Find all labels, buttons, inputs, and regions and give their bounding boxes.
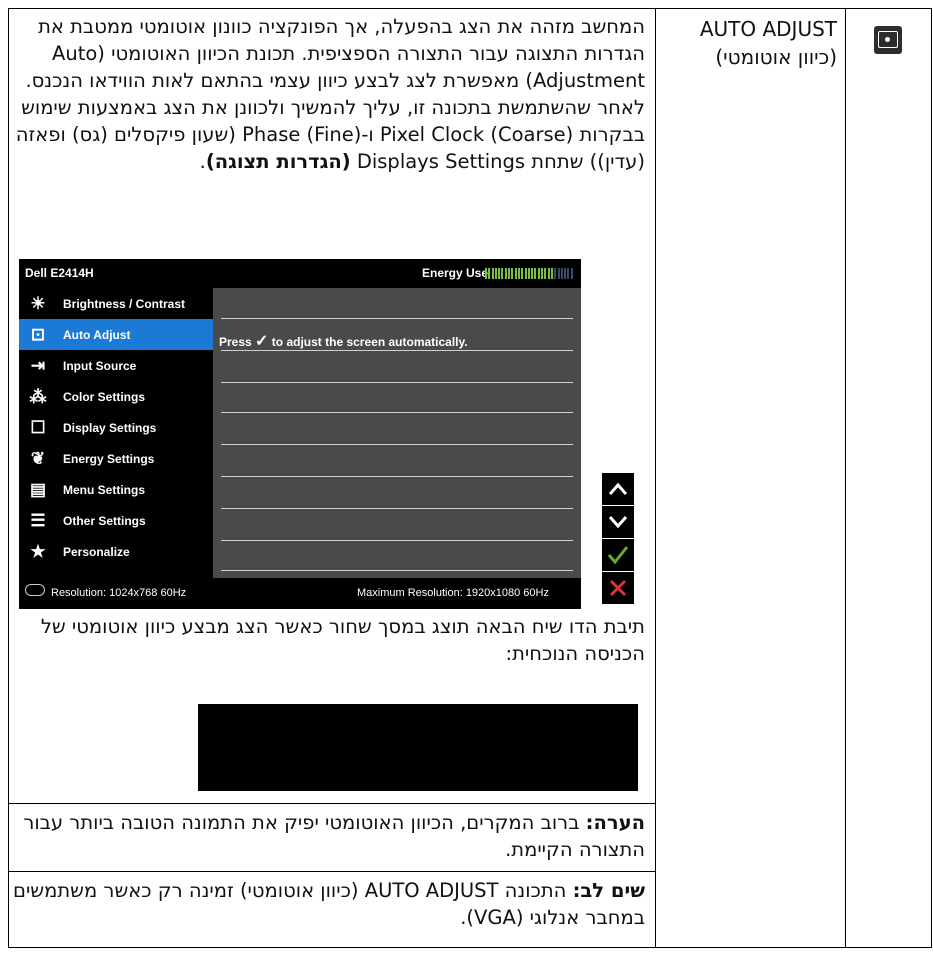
energy-bar-segment — [570, 268, 573, 279]
osd-menu-item[interactable]: ❦ Energy Settings — [19, 443, 213, 474]
osd-menu-item[interactable]: ☰ Other Settings — [19, 505, 213, 536]
energy-bar-segment — [531, 268, 534, 279]
osd-menu-item[interactable]: ⊡ Auto Adjust — [19, 319, 213, 350]
display-square-icon: ☐ — [30, 417, 46, 437]
osd-menu-label: Personalize — [63, 544, 130, 559]
osd-menu-label: Display Settings — [63, 420, 157, 435]
energy-bar-segment — [550, 268, 553, 279]
menu-doc-icon: ▤ — [29, 479, 47, 499]
auto-adjust-icon: ⊡ — [30, 324, 46, 344]
energy-use-label: Energy Use — [422, 266, 489, 280]
energy-bar-segment — [567, 268, 570, 279]
column-divider — [845, 9, 846, 947]
energy-bar-segment — [557, 268, 560, 279]
energy-bar-segment — [524, 268, 527, 279]
monitor-model: Dell E2414H — [25, 266, 94, 280]
icon-cell — [847, 9, 931, 947]
energy-bar-segment — [485, 268, 487, 279]
current-resolution: Resolution: 1024x768 60Hz — [51, 587, 187, 599]
energy-bar-segment — [501, 268, 504, 279]
check-icon — [607, 546, 629, 565]
osd-menu-label: Other Settings — [63, 513, 146, 528]
sun-icon: ☀ — [30, 293, 46, 313]
osd-menu-item[interactable]: ★ Personalize — [19, 536, 213, 567]
display-settings-bold: (הגדרות תצוגה) — [205, 150, 351, 173]
sliders-icon: ☰ — [30, 510, 46, 530]
osd-menu-label: Auto Adjust — [63, 327, 131, 342]
osd-menu-item[interactable]: ⁂ Color Settings — [19, 381, 213, 412]
energy-bar-segment — [508, 268, 511, 279]
energy-bar-segment — [491, 268, 494, 279]
osd-main-window: Dell E2414H Energy Use ☀ Brightness / Con… — [19, 259, 581, 609]
chevron-up-icon — [608, 482, 628, 495]
energy-bar-segment — [560, 268, 563, 279]
osd-menu-label: Input Source — [63, 358, 137, 373]
color-dots-icon: ⁂ — [29, 386, 47, 406]
osd-header: Dell E2414H Energy Use — [19, 259, 581, 288]
energy-bar-segment — [537, 268, 540, 279]
osd-menu-item[interactable]: ☀ Brightness / Contrast — [19, 288, 213, 319]
row-divider — [9, 871, 655, 872]
energy-bar-segment — [547, 268, 550, 279]
osd-menu-item[interactable]: ☐ Display Settings — [19, 412, 213, 443]
column-divider — [655, 9, 656, 947]
energy-bar-segment — [527, 268, 530, 279]
exit-button[interactable] — [602, 572, 634, 604]
osd-menu-label: Menu Settings — [63, 482, 146, 497]
description-cell: המחשב מזהה את הצג בהפעלה, אך הפונקציה כו… — [9, 9, 655, 947]
energy-bar-segment — [498, 268, 501, 279]
energy-bar-segment — [544, 268, 547, 279]
max-resolution: Maximum Resolution: 1920x1080 60Hz — [357, 587, 549, 599]
feature-name-cell: AUTO ADJUST (כיוון אוטומטי) — [657, 9, 845, 947]
energy-bar-segment — [488, 268, 491, 279]
energy-bar-segment — [554, 268, 557, 279]
manual-table: AUTO ADJUST (כיוון אוטומטי) המחשב מזהה א… — [8, 8, 932, 948]
chevron-down-icon — [608, 516, 628, 529]
energy-bar-segment — [521, 268, 524, 279]
energy-bar-segment — [534, 268, 537, 279]
cross-icon — [609, 579, 627, 597]
checkmark-icon: ✓ — [255, 333, 269, 350]
osd-menu: ☀ Brightness / Contrast ⊡ Auto Adjust ⇥ Input… — [19, 288, 213, 578]
note-paragraph: הערה: ברוב המקרים, הכיוון האוטומטי יפיק … — [23, 811, 645, 861]
energy-bar-segment — [504, 268, 507, 279]
osd-content-area: Press ✓ to adjust the screen automatical… — [213, 288, 581, 578]
osd-footer: Resolution: 1024x768 60Hz Maximum Resolu… — [19, 578, 581, 609]
feature-name-hebrew: (כיוון אוטומטי) — [715, 45, 837, 69]
energy-bar-segment — [514, 268, 517, 279]
row-divider — [9, 803, 655, 804]
energy-bar-segment — [564, 268, 567, 279]
osd-menu-item[interactable]: ▤ Menu Settings — [19, 474, 213, 505]
energy-meter — [485, 268, 575, 279]
feature-name: AUTO ADJUST — [699, 17, 837, 41]
down-button[interactable] — [602, 506, 634, 538]
progress-dialog — [198, 704, 638, 791]
up-button[interactable] — [602, 473, 634, 505]
osd-menu-label: Energy Settings — [63, 451, 155, 466]
osd-menu-item[interactable]: ⇥ Input Source — [19, 350, 213, 381]
resolution-icon — [25, 584, 45, 596]
osd-screenshot: Dell E2414H Energy Use ☀ Brightness / Con… — [19, 259, 639, 609]
energy-bar-segment — [541, 268, 544, 279]
leaf-icon: ❦ — [30, 448, 46, 468]
input-source-icon: ⇥ — [30, 355, 46, 375]
energy-bar-segment — [517, 268, 520, 279]
dialog-paragraph: תיבת הדו שיח הבאה תוצג במסך שחור כאשר הצ… — [40, 615, 645, 665]
energy-bar-segment — [494, 268, 497, 279]
auto-adjust-icon — [874, 26, 902, 54]
osd-menu-label: Color Settings — [63, 389, 146, 404]
osd-message: Press ✓ to adjust the screen automatical… — [219, 333, 468, 350]
energy-bar-segment — [511, 268, 514, 279]
osd-menu-label: Brightness / Contrast — [63, 296, 186, 311]
ok-button[interactable] — [602, 539, 634, 571]
star-icon: ★ — [30, 541, 46, 561]
description-paragraph: המחשב מזהה את הצג בהפעלה, אך הפונקציה כו… — [15, 15, 645, 173]
caution-paragraph: שים לב: התכונה AUTO ADJUST (כיוון אוטומט… — [13, 879, 645, 929]
